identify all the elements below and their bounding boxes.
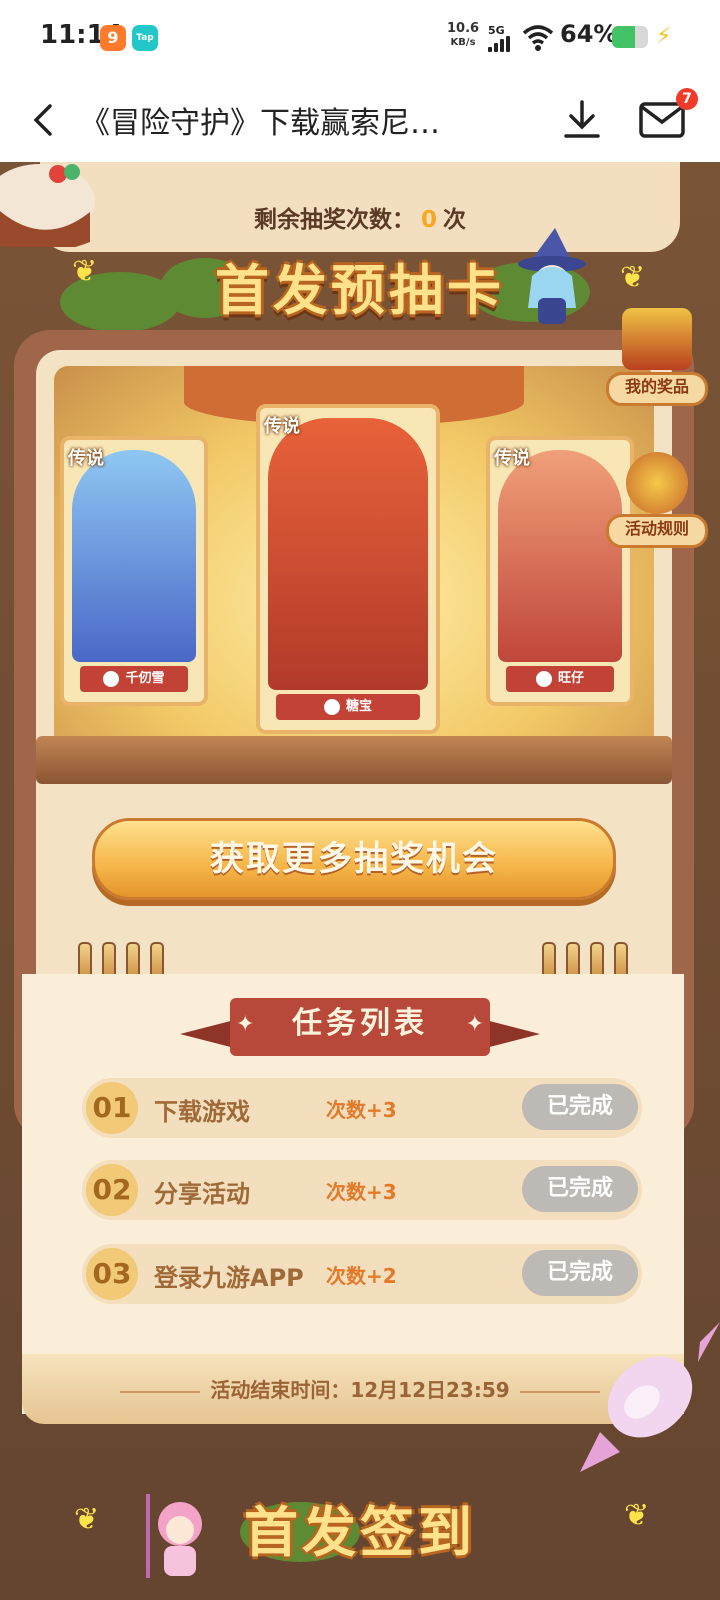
task-number: 02	[86, 1164, 138, 1216]
task-reward: 次数+3	[326, 1180, 397, 1204]
event-page: 剩余抽奖次数：0次 ❦ ❦ 首发预抽卡 传说 千仞雪 传说 糖宝 传说 旺仔	[0, 162, 720, 1600]
task-label: 分享活动	[154, 1180, 250, 1208]
card-portrait	[72, 450, 196, 662]
card-name: 糖宝	[345, 699, 372, 714]
task-row: 01 下载游戏 次数+3 已完成	[82, 1078, 642, 1138]
taptap-app-icon: Tap	[132, 25, 158, 51]
task-status-button[interactable]: 已完成	[522, 1166, 638, 1212]
task-status-button[interactable]: 已完成	[522, 1250, 638, 1296]
draw-title: 首发预抽卡	[215, 259, 505, 322]
my-prizes-button[interactable]: 我的奖品	[606, 372, 708, 406]
card-portrait	[268, 418, 428, 690]
card-shelf	[36, 736, 672, 784]
network-speed-value: 10.6	[447, 21, 480, 36]
treasure-chest-icon[interactable]	[622, 308, 692, 370]
card-nameplate: 糖宝	[276, 694, 420, 720]
back-icon[interactable]	[26, 100, 66, 140]
battery-level	[612, 26, 636, 48]
signal-icon	[488, 36, 516, 52]
card-rarity-tag: 传说	[68, 448, 104, 469]
network-speed-unit: KB/s	[450, 37, 476, 48]
card-name: 千仞雪	[125, 671, 165, 686]
wifi-icon	[522, 25, 554, 51]
notification-app-icon: 9	[100, 25, 126, 51]
signin-title: 首发签到	[244, 1501, 476, 1564]
mail-badge: 7	[676, 88, 698, 110]
candy-decoration	[580, 1322, 720, 1472]
element-icon	[323, 698, 340, 715]
event-end-time-text: 活动结束时间：12月12日23:59	[210, 1378, 510, 1402]
card-portrait	[498, 450, 622, 662]
card-nameplate: 千仞雪	[80, 666, 188, 692]
rules-button[interactable]: 活动规则	[606, 514, 708, 548]
charging-icon: ⚡	[656, 24, 672, 49]
status-bar: 11:14 9 Tap 10.6 KB/s 5G 64% ⚡	[0, 0, 720, 76]
task-number: 03	[86, 1248, 138, 1300]
task-number: 01	[86, 1082, 138, 1134]
battery-icon	[612, 26, 648, 48]
coin-bag-icon[interactable]	[626, 452, 688, 514]
card-name: 旺仔	[557, 671, 584, 686]
remaining-draws: 剩余抽奖次数： 0 次	[0, 200, 720, 234]
remaining-draws-count: 0	[420, 207, 437, 233]
remaining-draws-prefix: 剩余抽奖次数：	[253, 207, 415, 233]
divider	[120, 1390, 201, 1393]
remaining-draws-suffix: 次	[443, 207, 466, 233]
task-list-ribbon: ✦ ✦ 任务列表	[180, 998, 540, 1058]
element-icon	[535, 670, 552, 687]
prize-card[interactable]: 传说 旺仔	[486, 436, 634, 706]
task-label: 登录九游APP	[154, 1264, 304, 1292]
task-reward: 次数+3	[326, 1098, 397, 1122]
card-rarity-tag: 传说	[494, 448, 530, 469]
download-icon[interactable]	[562, 98, 602, 142]
prize-card[interactable]: 传说 糖宝	[256, 404, 440, 734]
card-nameplate: 旺仔	[506, 666, 614, 692]
card-rarity-tag: 传说	[264, 416, 300, 437]
task-status-button[interactable]: 已完成	[522, 1084, 638, 1130]
task-row: 03 登录九游APP 次数+2 已完成	[82, 1244, 642, 1304]
element-icon	[103, 670, 120, 687]
nav-bar: 《冒险守护》下载赢索尼…	[0, 76, 720, 162]
page-title: 《冒险守护》下载赢索尼…	[80, 106, 440, 141]
battery-percent: 64%	[560, 20, 618, 48]
task-label: 下载游戏	[154, 1098, 250, 1126]
task-reward: 次数+2	[326, 1264, 397, 1288]
task-row: 02 分享活动 次数+3 已完成	[82, 1160, 642, 1220]
more-chances-button[interactable]: 获取更多抽奖机会	[92, 818, 616, 900]
task-list-title: 任务列表	[292, 1006, 428, 1041]
witch-character	[518, 228, 586, 324]
prize-card[interactable]: 传说 千仞雪	[60, 436, 208, 706]
network-speed: 10.6 KB/s	[447, 22, 479, 49]
